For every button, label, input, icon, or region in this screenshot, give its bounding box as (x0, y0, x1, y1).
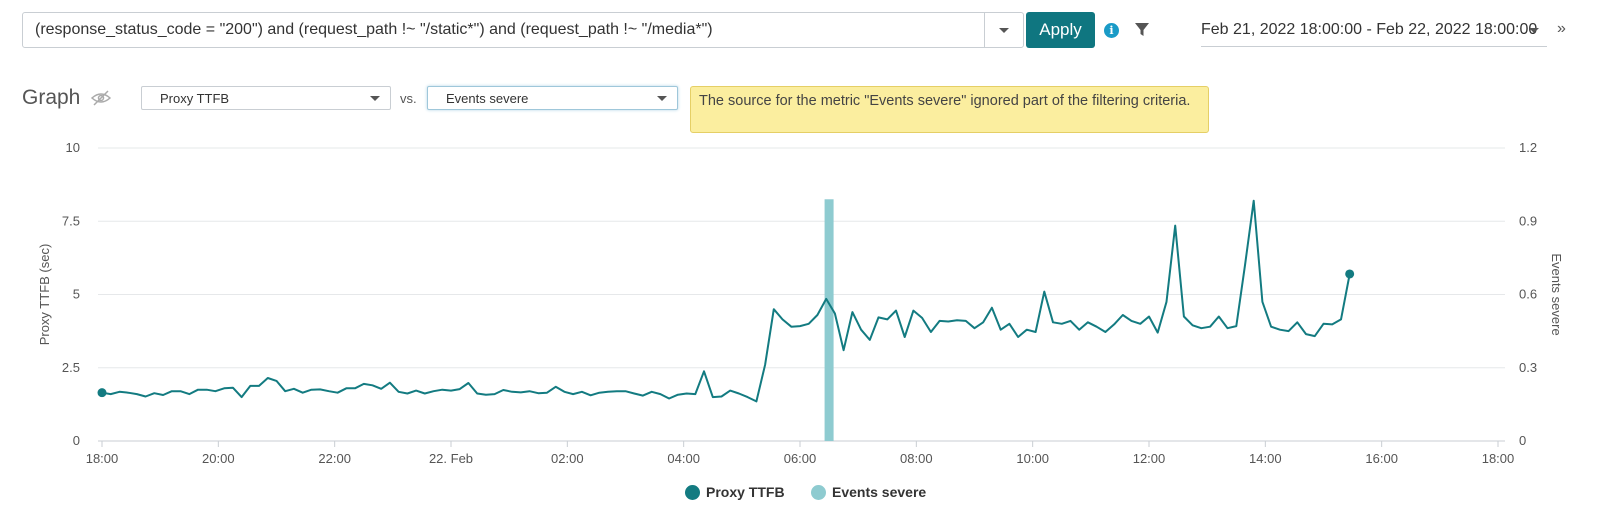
eye-slash-icon[interactable] (90, 90, 112, 106)
chart-legend: Proxy TTFB Events severe (0, 484, 1600, 506)
secondary-metric-label: Events severe (446, 91, 529, 106)
query-history-dropdown[interactable] (984, 13, 1023, 47)
apply-button[interactable]: Apply (1026, 12, 1095, 48)
x-tick-label: 12:00 (1133, 451, 1166, 466)
y-tick-label-right: 0.3 (1519, 360, 1537, 375)
y-axis-title-right: Events severe (1549, 253, 1564, 335)
funnel-icon[interactable] (1134, 22, 1150, 38)
dual-axis-chart: 0 2.5 5 7.5 10 0 0.3 0.6 0.9 1.2 18:00 20:00 22:00 22… (37, 140, 1564, 466)
chevron-down-icon (657, 96, 667, 101)
y-tick-label-right: 0.9 (1519, 213, 1537, 228)
graph-title: Graph (22, 86, 81, 109)
y-tick-label-right: 1.2 (1519, 140, 1537, 155)
y-axis-title-left: Proxy TTFB (sec) (37, 244, 52, 346)
proxy-ttfb-end-point (1345, 269, 1355, 279)
x-tick-label: 22:00 (318, 451, 351, 466)
x-tick-label: 08:00 (900, 451, 933, 466)
y-tick-label-left: 0 (73, 433, 80, 448)
x-tick-label: 18:00 (86, 451, 119, 466)
proxy-ttfb-line (101, 199, 1351, 403)
chevron-down-icon (1529, 28, 1539, 33)
y-tick-label-right: 0.6 (1519, 287, 1537, 302)
chevron-down-icon (999, 27, 1009, 33)
y-tick-label-left: 7.5 (62, 213, 80, 228)
proxy-ttfb-start-point (97, 388, 107, 398)
double-chevron-right-icon[interactable]: » (1557, 20, 1566, 38)
vs-label: vs. (400, 91, 417, 106)
query-input[interactable] (23, 13, 985, 47)
y-tick-label-right: 0 (1519, 433, 1526, 448)
x-tick-label: 16:00 (1365, 451, 1398, 466)
x-tick-label: 04:00 (667, 451, 700, 466)
x-tick-label: 14:00 (1249, 451, 1282, 466)
secondary-metric-select[interactable]: Events severe (427, 86, 678, 110)
legend-swatch (685, 484, 700, 500)
x-tick-label: 18:00 (1482, 451, 1515, 466)
date-range-text: Feb 21, 2022 18:00:00 - Feb 22, 2022 18:… (1201, 21, 1538, 38)
primary-metric-label: Proxy TTFB (160, 91, 230, 106)
x-tick-label: 20:00 (202, 451, 235, 466)
y-tick-label-left: 2.5 (62, 360, 80, 375)
date-range-picker[interactable]: Feb 21, 2022 18:00:00 - Feb 22, 2022 18:… (1201, 12, 1547, 47)
legend-swatch (811, 484, 826, 500)
info-icon[interactable]: i (1104, 23, 1119, 38)
chevron-down-icon (370, 96, 380, 101)
y-tick-label-left: 5 (73, 287, 80, 302)
filter-warning-message: The source for the metric "Events severe… (690, 86, 1209, 133)
query-filter-bar (22, 12, 1024, 48)
legend-item-events-severe[interactable]: Events severe (811, 484, 926, 500)
events-severe-bar (824, 199, 834, 441)
legend-label: Proxy TTFB (706, 484, 785, 500)
y-tick-label-left: 10 (66, 140, 80, 155)
x-tick-label: 10:00 (1016, 451, 1049, 466)
x-tick-label: 02:00 (551, 451, 584, 466)
legend-label: Events severe (832, 484, 927, 500)
x-tick-label: 06:00 (784, 451, 817, 466)
x-tick-label: 22. Feb (429, 451, 473, 466)
primary-metric-select[interactable]: Proxy TTFB (141, 86, 391, 110)
legend-item-proxy-ttfb[interactable]: Proxy TTFB (685, 484, 785, 500)
